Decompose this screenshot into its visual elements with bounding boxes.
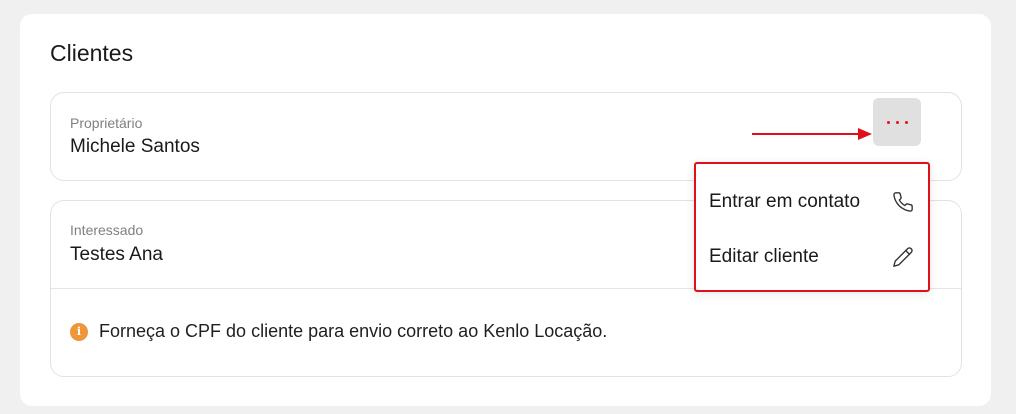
cpf-notice-text: Forneça o CPF do cliente para envio corr…: [99, 321, 608, 341]
info-icon: i: [70, 322, 88, 341]
more-options-button[interactable]: [873, 98, 921, 146]
section-title: Clientes: [50, 40, 134, 66]
interested-role-label: Interessado: [70, 222, 144, 238]
cpf-notice: i Forneça o CPF do cliente para envio co…: [70, 321, 607, 342]
pencil-icon: [893, 247, 913, 267]
interested-name: Testes Ana: [70, 244, 163, 265]
menu-item-contact-label: Entrar em contato: [709, 191, 861, 212]
menu-item-contact[interactable]: Entrar em contato: [709, 182, 914, 222]
phone-icon: [893, 192, 913, 212]
more-dot-icon: [886, 120, 890, 124]
options-dropdown: Entrar em contato Editar cliente: [694, 162, 930, 292]
menu-item-edit[interactable]: Editar cliente: [709, 237, 914, 277]
more-dot-icon: [904, 120, 908, 124]
owner-name: Michele Santos: [70, 136, 200, 157]
owner-role-label: Proprietário: [70, 115, 143, 131]
annotation-arrow: [752, 128, 872, 140]
more-dot-icon: [895, 120, 899, 124]
menu-item-edit-label: Editar cliente: [709, 246, 819, 267]
